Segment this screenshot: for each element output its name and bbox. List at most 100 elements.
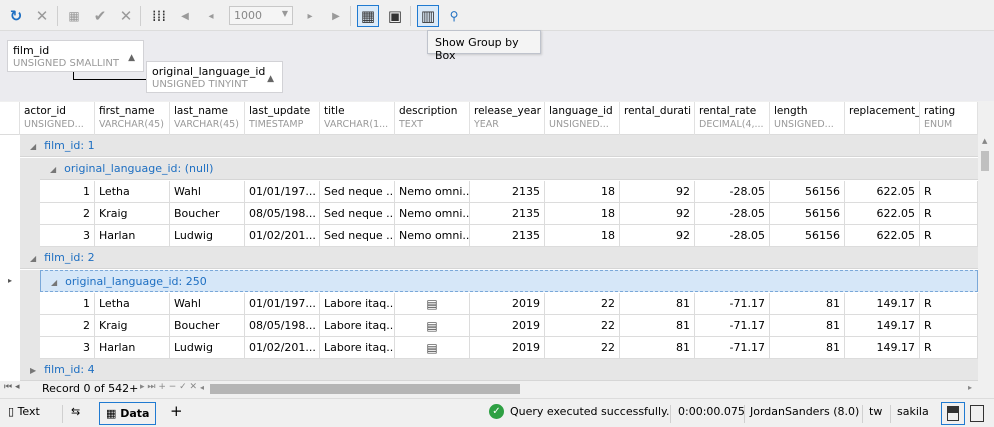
cell-rental-durati-on[interactable]: 81: [620, 315, 695, 336]
cell-description[interactable]: ▤: [395, 293, 470, 314]
cell-replacement-cost[interactable]: 149.17: [845, 293, 920, 314]
table-row[interactable]: 2 Kraig Boucher 08/05/198... Sed neque ... Ne…: [40, 203, 978, 225]
expanded-icon[interactable]: ◢: [50, 165, 56, 174]
cell-description[interactable]: Nemo omni...: [395, 181, 470, 202]
cell-last-name[interactable]: Ludwig: [170, 337, 245, 358]
cell-title[interactable]: Labore itaq...: [320, 293, 395, 314]
cell-title[interactable]: Sed neque ...: [320, 203, 395, 224]
cell-rental-rate[interactable]: -28.05: [695, 203, 770, 224]
card-view-icon[interactable]: ▣: [384, 5, 406, 27]
swap-icon[interactable]: ⇆: [71, 405, 80, 418]
cell-last-name[interactable]: Boucher: [170, 315, 245, 336]
cell-rental-durati-on[interactable]: 92: [620, 181, 695, 202]
column-header-description[interactable]: description TEXT: [395, 102, 470, 135]
cell-rental-durati-on[interactable]: 92: [620, 203, 695, 224]
cell-release-year[interactable]: 2135: [470, 225, 545, 246]
column-header-last-name[interactable]: last_name VARCHAR(45): [170, 102, 245, 135]
cell-language-id[interactable]: 22: [545, 315, 620, 336]
cell-title[interactable]: Labore itaq...: [320, 337, 395, 358]
cell-last-update[interactable]: 01/02/201...: [245, 337, 320, 358]
cell-title[interactable]: Sed neque ...: [320, 181, 395, 202]
cell-last-name[interactable]: Wahl: [170, 293, 245, 314]
last-page-icon[interactable]: ▶︎: [325, 5, 347, 27]
cell-rental-durati-on[interactable]: 81: [620, 293, 695, 314]
cell-actor-id[interactable]: 3: [40, 225, 95, 246]
subgroup-row[interactable]: ◢ original_language_id: 250: [40, 270, 978, 292]
cell-description[interactable]: ▤: [395, 337, 470, 358]
cell-language-id[interactable]: 18: [545, 225, 620, 246]
cell-rating[interactable]: R: [920, 337, 978, 358]
scroll-thumb[interactable]: [981, 151, 989, 171]
scroll-right-icon[interactable]: ▸: [968, 383, 972, 392]
group-by-box-icon[interactable]: ▥: [417, 5, 439, 27]
cell-language-id[interactable]: 22: [545, 337, 620, 358]
cell-description[interactable]: Nemo omni...: [395, 225, 470, 246]
group-field-film-id[interactable]: film_id UNSIGNED SMALLINT ▲: [7, 40, 144, 72]
column-header-first-name[interactable]: first_name VARCHAR(45): [95, 102, 170, 135]
scroll-up-icon[interactable]: ▲: [982, 137, 987, 145]
column-header-language-id[interactable]: language_id UNSIGNED...: [545, 102, 620, 135]
table-row[interactable]: 2 Kraig Boucher 08/05/198... Labore itaq... ▤…: [40, 315, 978, 337]
layout-bottom-panel-button[interactable]: [941, 402, 965, 425]
table-row[interactable]: 1 Letha Wahl 01/01/197... Sed neque ... Nemo …: [40, 181, 978, 203]
cell-language-id[interactable]: 18: [545, 203, 620, 224]
column-header-title[interactable]: title VARCHAR(1...: [320, 102, 395, 135]
find-icon[interactable]: ⚲: [443, 5, 465, 27]
column-header-length[interactable]: length UNSIGNED...: [770, 102, 845, 135]
cell-rental-durati-on[interactable]: 81: [620, 337, 695, 358]
prev-page-icon[interactable]: ◂: [200, 5, 222, 27]
subgroup-row[interactable]: ◢ original_language_id: (null): [40, 158, 978, 180]
cell-rating[interactable]: R: [920, 293, 978, 314]
cell-rating[interactable]: R: [920, 203, 978, 224]
cell-rental-rate[interactable]: -71.17: [695, 315, 770, 336]
cell-last-name[interactable]: Ludwig: [170, 225, 245, 246]
cell-last-update[interactable]: 01/02/201...: [245, 225, 320, 246]
cell-title[interactable]: Sed neque ...: [320, 225, 395, 246]
grid-view-icon[interactable]: ▦: [357, 5, 379, 27]
sort-asc-icon[interactable]: ▲: [128, 53, 135, 63]
cell-length[interactable]: 56156: [770, 181, 845, 202]
cell-actor-id[interactable]: 1: [40, 293, 95, 314]
text-tab[interactable]: ▯ Text: [8, 405, 40, 418]
cell-language-id[interactable]: 22: [545, 293, 620, 314]
cell-release-year[interactable]: 2019: [470, 337, 545, 358]
nav-buttons-icon[interactable]: ▸ ⏭ + − ✓ ✕: [140, 382, 197, 392]
cell-first-name[interactable]: Harlan: [95, 225, 170, 246]
cell-length[interactable]: 81: [770, 315, 845, 336]
cell-release-year[interactable]: 2135: [470, 181, 545, 202]
group-row[interactable]: ◢ film_id: 1: [20, 135, 978, 157]
group-field-original-language-id[interactable]: original_language_id UNSIGNED TINYINT ▲: [146, 61, 283, 93]
cell-last-name[interactable]: Wahl: [170, 181, 245, 202]
stop-icon[interactable]: ✕: [31, 5, 53, 27]
cell-rental-durati-on[interactable]: 92: [620, 225, 695, 246]
collapsed-icon[interactable]: ▶: [30, 366, 36, 375]
horizontal-scroll-thumb[interactable]: [210, 384, 520, 394]
cell-last-update[interactable]: 08/05/198...: [245, 315, 320, 336]
cell-replacement-cost[interactable]: 149.17: [845, 315, 920, 336]
table-row[interactable]: 3 Harlan Ludwig 01/02/201... Labore itaq... ▤…: [40, 337, 978, 359]
cancel-icon[interactable]: ✕: [115, 5, 137, 27]
group-row[interactable]: ▶ film_id: 4: [20, 359, 978, 381]
cell-length[interactable]: 81: [770, 337, 845, 358]
cell-last-update[interactable]: 01/01/197...: [245, 181, 320, 202]
fetch-all-icon[interactable]: ⁞⁞⁞: [148, 5, 170, 27]
cell-first-name[interactable]: Harlan: [95, 337, 170, 358]
column-header-rental-durati-on[interactable]: rental_durati on: [620, 102, 695, 135]
cell-description[interactable]: ▤: [395, 315, 470, 336]
expanded-icon[interactable]: ◢: [51, 278, 57, 287]
page-size-select[interactable]: 1000 ▼: [229, 6, 293, 25]
cell-actor-id[interactable]: 1: [40, 181, 95, 202]
cell-first-name[interactable]: Letha: [95, 293, 170, 314]
sort-asc-icon[interactable]: ▲: [267, 74, 274, 84]
apply-changes-icon[interactable]: ▦: [63, 5, 85, 27]
cell-release-year[interactable]: 2135: [470, 203, 545, 224]
table-row[interactable]: 1 Letha Wahl 01/01/197... Labore itaq... ▤ 201…: [40, 293, 978, 315]
cell-length[interactable]: 81: [770, 293, 845, 314]
cell-first-name[interactable]: Kraig: [95, 203, 170, 224]
cell-release-year[interactable]: 2019: [470, 293, 545, 314]
cell-length[interactable]: 56156: [770, 203, 845, 224]
cell-replacement-cost[interactable]: 622.05: [845, 225, 920, 246]
cell-release-year[interactable]: 2019: [470, 315, 545, 336]
vertical-scrollbar[interactable]: ▲: [978, 135, 994, 381]
cell-description[interactable]: Nemo omni...: [395, 203, 470, 224]
